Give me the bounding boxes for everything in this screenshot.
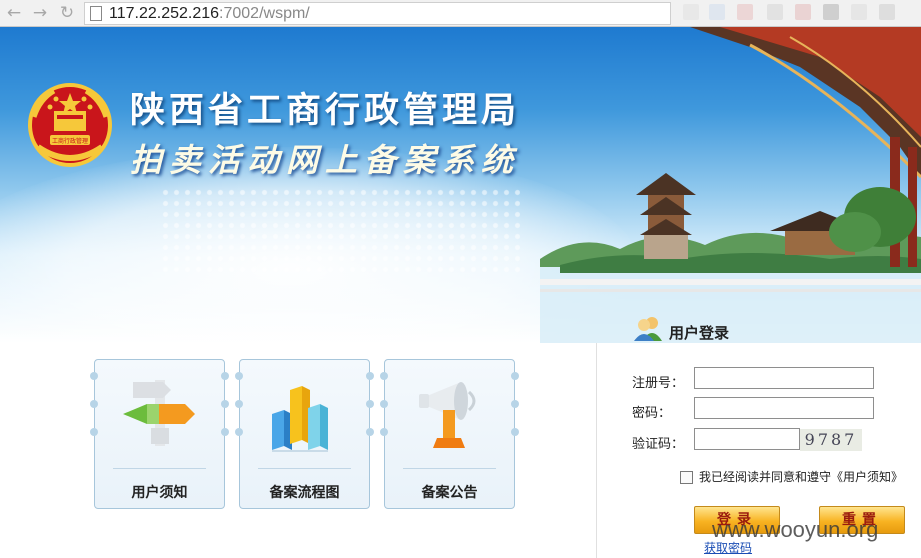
header-banner: 工商行政管理 陕西省工商行政管理局 拍卖活动网上备案系统 bbox=[0, 27, 921, 343]
agency-title: 陕西省工商行政管理局 bbox=[130, 90, 521, 131]
registration-number-input[interactable] bbox=[694, 367, 874, 389]
signpost-icon bbox=[123, 380, 195, 446]
card-ring bbox=[380, 372, 388, 380]
megaphone-icon bbox=[419, 382, 476, 448]
card-divider bbox=[113, 468, 206, 469]
back-arrow-icon[interactable]: ← bbox=[4, 3, 24, 23]
card-ring bbox=[366, 428, 374, 436]
card-ring bbox=[235, 372, 243, 380]
extension-icon[interactable] bbox=[823, 4, 839, 20]
password-label: 密码： bbox=[632, 406, 672, 421]
card-ring bbox=[366, 372, 374, 380]
card-user-notice[interactable]: 用户须知 bbox=[90, 359, 229, 509]
reload-icon[interactable]: ↻ bbox=[57, 3, 77, 23]
card-ring bbox=[511, 400, 519, 408]
extension-icon[interactable] bbox=[795, 4, 811, 20]
banner-dots bbox=[160, 187, 520, 277]
card-divider bbox=[403, 468, 496, 469]
agree-checkbox[interactable] bbox=[680, 471, 693, 484]
emblem-text: 工商行政管理 bbox=[52, 137, 88, 145]
card-ring bbox=[90, 372, 98, 380]
captcha-input[interactable] bbox=[694, 428, 800, 450]
card-ring bbox=[380, 400, 388, 408]
card-ring bbox=[221, 400, 229, 408]
extension-icon[interactable] bbox=[851, 4, 867, 20]
card-ring bbox=[221, 428, 229, 436]
bar-chart-icon bbox=[272, 386, 328, 452]
extension-icon[interactable] bbox=[683, 4, 699, 20]
card-divider bbox=[258, 468, 351, 469]
password-input[interactable] bbox=[694, 397, 874, 419]
url-host: 117.22.252.216 bbox=[109, 5, 220, 22]
username-label: 注册号： bbox=[632, 376, 685, 391]
agree-text: 我已经阅读并同意和遵守《用户须知》 bbox=[699, 470, 904, 484]
national-emblem-icon: 工商行政管理 bbox=[28, 83, 112, 167]
url-path: :7002/wspm/ bbox=[219, 5, 310, 22]
browser-toolbar: ← → ↻ 117.22.252.216:7002/wspm/ bbox=[0, 0, 921, 27]
card-filing-announcement[interactable]: 备案公告 bbox=[380, 359, 519, 509]
card-label: 用户须知 bbox=[131, 485, 188, 501]
card-ring bbox=[380, 428, 388, 436]
extension-icon[interactable] bbox=[767, 4, 783, 20]
captcha-image[interactable]: 9787 bbox=[800, 429, 862, 451]
extension-icon[interactable] bbox=[879, 4, 895, 20]
quick-links-panel: 用户须知 备案流程图 备案公告 bbox=[0, 343, 596, 558]
extension-icon[interactable] bbox=[709, 4, 725, 20]
watermark: www.wooyun.org bbox=[712, 517, 879, 542]
card-ring bbox=[366, 400, 374, 408]
system-title: 拍卖活动网上备案系统 bbox=[130, 141, 521, 179]
forward-arrow-icon[interactable]: → bbox=[30, 3, 50, 23]
page-icon bbox=[90, 6, 102, 21]
card-ring bbox=[511, 428, 519, 436]
card-ring bbox=[90, 428, 98, 436]
scenery-illustration bbox=[540, 27, 921, 343]
captcha-label: 验证码： bbox=[632, 437, 685, 452]
card-ring bbox=[90, 400, 98, 408]
card-ring bbox=[221, 372, 229, 380]
extension-icon[interactable] bbox=[737, 4, 753, 20]
card-label: 备案流程图 bbox=[269, 485, 340, 501]
card-ring bbox=[235, 428, 243, 436]
users-icon bbox=[634, 317, 662, 341]
card-ring bbox=[511, 372, 519, 380]
card-label: 备案公告 bbox=[421, 485, 478, 501]
card-ring bbox=[235, 400, 243, 408]
login-title: 用户登录 bbox=[669, 324, 730, 342]
address-bar[interactable]: 117.22.252.216:7002/wspm/ bbox=[84, 2, 671, 25]
extension-icons bbox=[675, 3, 915, 23]
url-text: 117.22.252.216:7002/wspm/ bbox=[109, 4, 310, 23]
card-filing-flowchart[interactable]: 备案流程图 bbox=[235, 359, 374, 509]
